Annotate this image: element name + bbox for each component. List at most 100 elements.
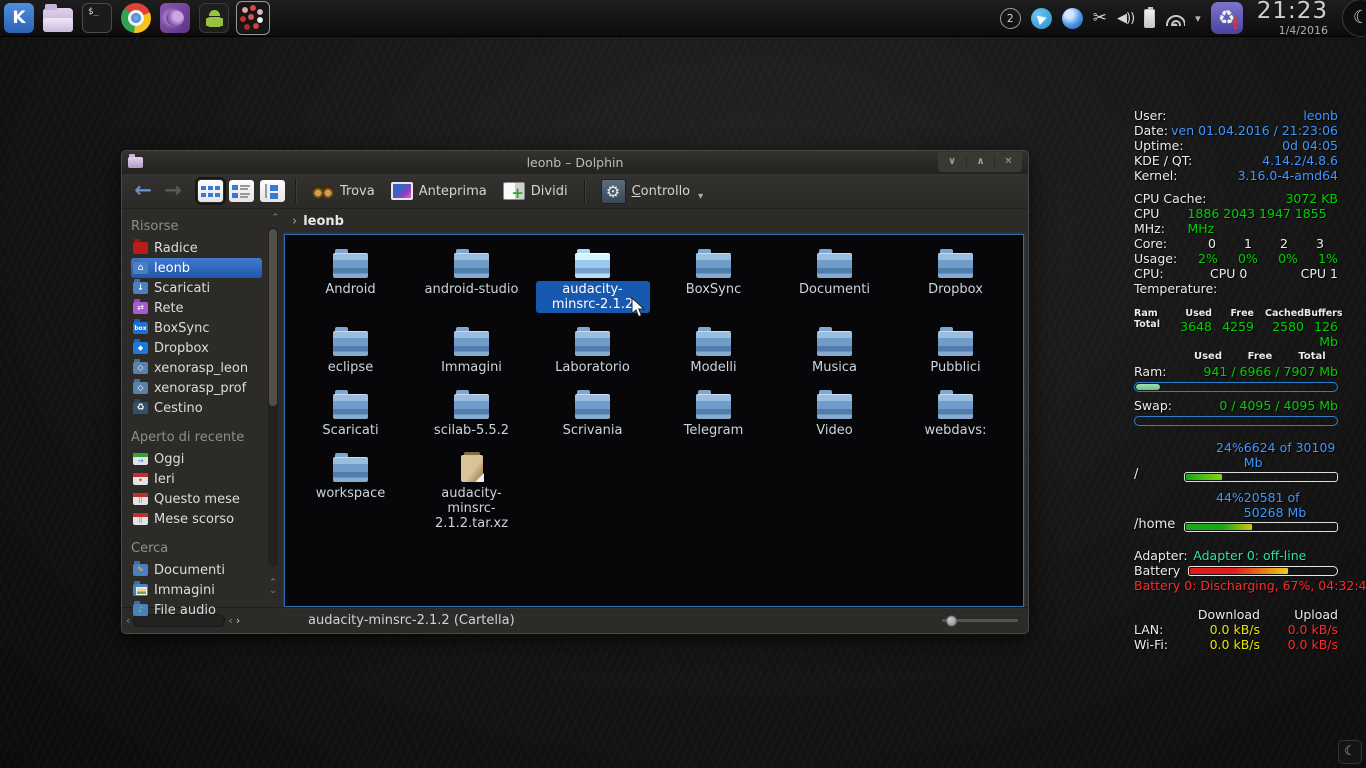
folder-icon <box>454 249 489 277</box>
file-item-dropbox[interactable]: Dropbox <box>895 245 1016 323</box>
conky-adapter: Adapter 0: off-line <box>1193 548 1306 563</box>
folder-icon <box>575 327 610 355</box>
wifi[interactable] <box>1165 11 1185 26</box>
leave-crescent-icon[interactable]: ☾ <box>1342 0 1366 37</box>
file-item-documenti[interactable]: Documenti <box>774 245 895 323</box>
android[interactable] <box>199 3 229 33</box>
system-tray: 2 ✂ ◀)) ▾ 21:23 1/4/2016 ☾ <box>1000 0 1366 37</box>
file-item-eclipse[interactable]: eclipse <box>290 323 411 386</box>
find-button[interactable]: Trova <box>306 179 381 203</box>
root-bar <box>1184 472 1338 482</box>
icons-view-button[interactable] <box>198 180 223 202</box>
folder-icon <box>575 249 610 277</box>
sidebar-item-rete[interactable]: Rete <box>131 298 262 318</box>
minimize-button[interactable]: ∨ <box>938 156 966 167</box>
sidebar-item-boxsync[interactable]: BoxSync <box>131 318 262 338</box>
section-recent: Aperto di recente <box>131 430 284 445</box>
sidebar-item-xenorasp-prof[interactable]: xenorasp_prof <box>131 378 262 398</box>
volume--[interactable]: ◀)) <box>1117 8 1134 29</box>
purple-browser[interactable] <box>160 3 190 33</box>
sidebar-item-xenorasp-leon[interactable]: xenorasp_leon <box>131 358 262 378</box>
dice[interactable] <box>238 3 268 33</box>
file-item-musica[interactable]: Musica <box>774 323 895 386</box>
forward-button[interactable]: → <box>160 178 186 204</box>
close-button[interactable]: ✕ <box>994 156 1022 167</box>
home-bar <box>1184 522 1338 532</box>
sidebar-item-scaricati[interactable]: Scaricati <box>131 278 262 298</box>
place-icon <box>133 402 148 414</box>
conky-user: leonb <box>1303 108 1338 123</box>
breadcrumb[interactable]: › leonb <box>284 209 1024 234</box>
scroll-up-icon[interactable]: ⌃ <box>271 213 279 223</box>
section-search: Cerca <box>131 541 284 556</box>
file-item-audacity-minsrc-2-1-2-tar-xz[interactable]: audacity-minsrc-2.1.2.tar.xz <box>411 449 532 542</box>
sidebar-item-immagini[interactable]: Immagini <box>131 580 262 600</box>
sidebar-scrollbar[interactable] <box>268 227 278 567</box>
titlebar[interactable]: leonb – Dolphin ∨ ∧ ✕ <box>122 151 1028 174</box>
split-button[interactable]: Dividi <box>497 179 574 203</box>
battery-tray[interactable] <box>1144 9 1155 28</box>
sidebar-item-mese-scorso[interactable]: Mese scorso <box>131 509 262 529</box>
maximize-button[interactable]: ∧ <box>966 156 994 167</box>
sidebar-item-oggi[interactable]: Oggi <box>131 449 262 469</box>
sidebar-item-documenti[interactable]: Documenti <box>131 560 262 580</box>
tree-view-button[interactable] <box>260 180 285 202</box>
sidebar-item-cestino[interactable]: Cestino <box>131 398 262 418</box>
breadcrumb-location[interactable]: leonb <box>303 214 344 229</box>
file-item-scaricati[interactable]: Scaricati <box>290 386 411 449</box>
scrollbar-arrows[interactable]: ⌃⌄ <box>267 579 279 595</box>
preview-image-icon <box>391 182 413 200</box>
preview-button[interactable]: Anteprima <box>385 179 493 203</box>
sidebar-item-leonb[interactable]: leonb <box>131 258 262 278</box>
calendar-icon <box>133 453 148 465</box>
places-panel: Risorse Radice leonb <box>122 209 284 607</box>
clock[interactable]: 21:23 1/4/2016 <box>1253 0 1332 36</box>
ram-bar <box>1134 382 1338 392</box>
telegram[interactable] <box>1031 8 1052 29</box>
sphere[interactable] <box>1062 8 1083 29</box>
file-item-modelli[interactable]: Modelli <box>653 323 774 386</box>
details-view-button[interactable] <box>229 180 254 202</box>
sidebar-item-questo-mese[interactable]: Questo mese <box>131 489 262 509</box>
folder-icon <box>696 390 731 418</box>
file-item-boxsync[interactable]: BoxSync <box>653 245 774 323</box>
file-item-scrivania[interactable]: Scrivania <box>532 386 653 449</box>
terminal[interactable] <box>82 3 112 33</box>
status-number-2[interactable]: 2 <box>1000 8 1021 29</box>
breadcrumb-chevron-icon: › <box>292 214 297 229</box>
file-item-scilab-5-5-2[interactable]: scilab-5.5.2 <box>411 386 532 449</box>
file-item-video[interactable]: Video <box>774 386 895 449</box>
kde-menu[interactable] <box>4 3 34 33</box>
lan-upload: 0.0 kB/s <box>1260 622 1338 637</box>
scissors--[interactable]: ✂ <box>1093 8 1107 29</box>
sidebar-item-dropbox[interactable]: Dropbox <box>131 338 262 358</box>
file-manager[interactable] <box>43 8 73 32</box>
desktop-toolbox-icon[interactable]: ☾ <box>1338 740 1362 764</box>
file-item-laboratorio[interactable]: Laboratorio <box>532 323 653 386</box>
chrome[interactable] <box>121 3 151 33</box>
control-button[interactable]: Controllo ▾ <box>595 176 710 207</box>
recycle-alert[interactable] <box>1211 2 1243 34</box>
folder-icon <box>454 327 489 355</box>
file-item-pubblici[interactable]: Pubblici <box>895 323 1016 386</box>
sidebar-item-file-audio[interactable]: File audio <box>131 600 262 620</box>
folder-view[interactable]: Android android-studio audacity-minsrc-2… <box>284 234 1024 607</box>
ram-table-values: Total364842592580126 Mb <box>1134 319 1338 349</box>
place-icon <box>133 342 148 354</box>
sidebar-item-radice[interactable]: Radice <box>131 238 262 258</box>
back-button[interactable]: ← <box>130 178 156 204</box>
scroll-left-icon[interactable]: ‹ <box>126 614 130 627</box>
file-item-telegram[interactable]: Telegram <box>653 386 774 449</box>
file-item-workspace[interactable]: workspace <box>290 449 411 542</box>
folder-icon <box>696 249 731 277</box>
battery-bar <box>1188 566 1338 576</box>
chevron-down-tray--[interactable]: ▾ <box>1195 12 1201 25</box>
file-item-immagini[interactable]: Immagini <box>411 323 532 386</box>
folder-icon <box>817 249 852 277</box>
file-item-android-studio[interactable]: android-studio <box>411 245 532 323</box>
file-item-webdavs-[interactable]: webdavs: <box>895 386 1016 449</box>
zoom-slider[interactable] <box>942 619 1018 622</box>
zoom-slider-handle[interactable] <box>946 615 957 626</box>
sidebar-item-ieri[interactable]: Ieri <box>131 469 262 489</box>
file-item-android[interactable]: Android <box>290 245 411 323</box>
